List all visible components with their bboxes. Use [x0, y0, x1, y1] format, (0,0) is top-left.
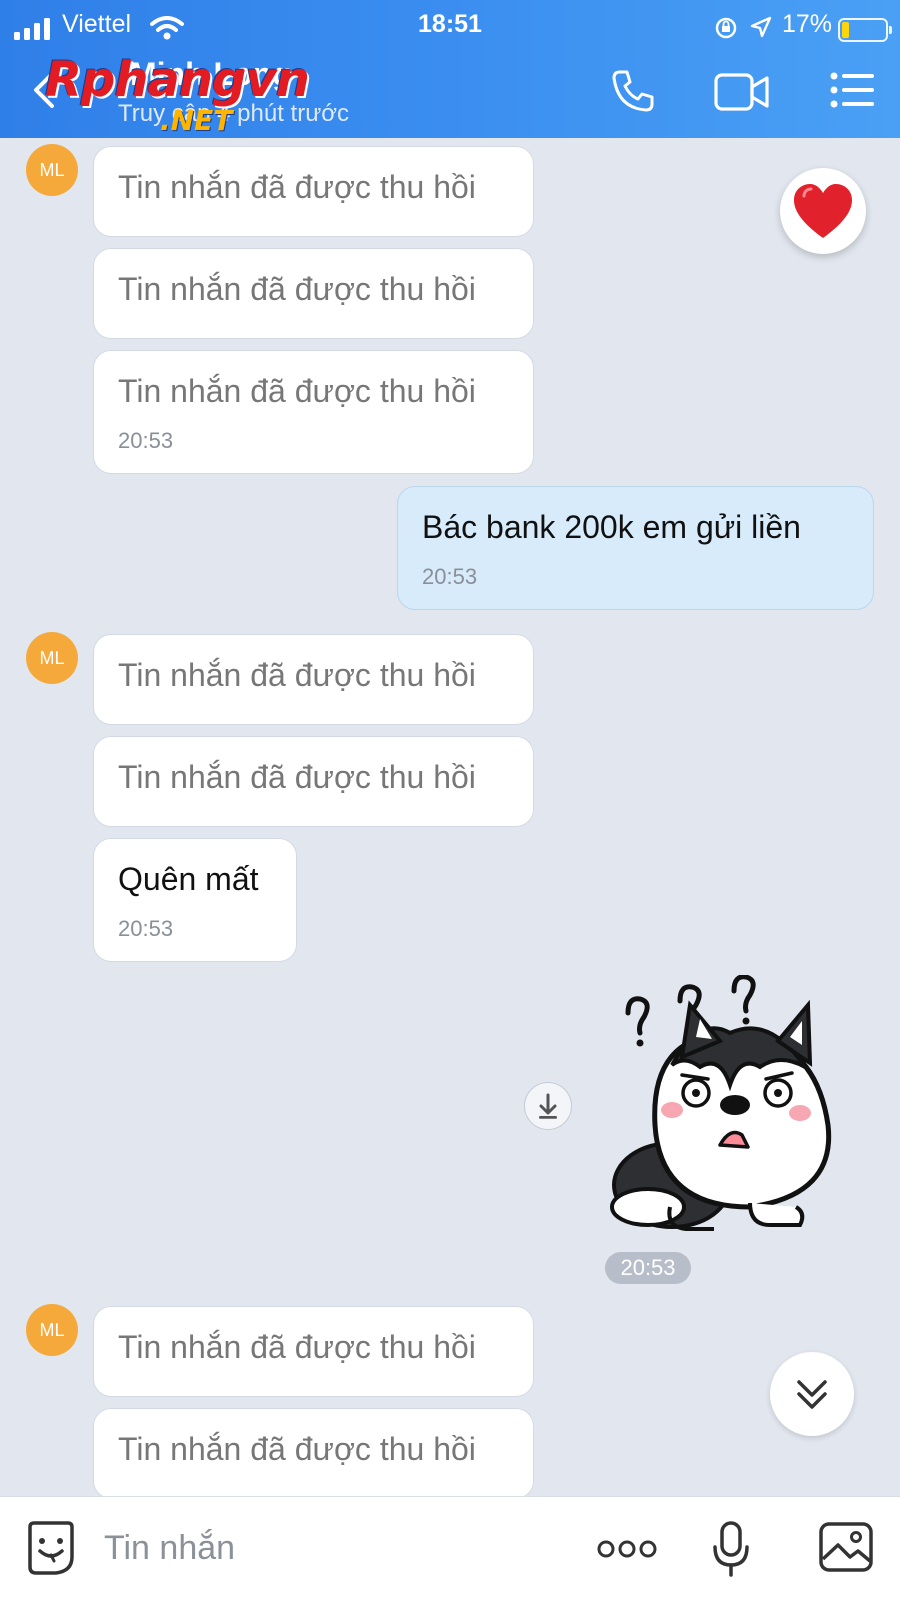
chat-header: Viettel 18:51 17% Minh Long Truy cập 4 p…: [0, 0, 900, 138]
sticker-time: 20:53: [605, 1252, 691, 1284]
message-bubble[interactable]: Tin nhắn đã được thu hồi: [93, 1306, 534, 1397]
heart-reaction-button[interactable]: [780, 168, 866, 254]
location-arrow-icon: [750, 16, 772, 38]
my-message-bubble[interactable]: Bác bank 200k em gửi liền 20:53: [397, 486, 874, 610]
rotation-lock-icon: [715, 17, 737, 39]
battery-icon: [838, 18, 892, 42]
message-text: Tin nhắn đã được thu hồi: [118, 271, 476, 307]
message-input[interactable]: Tin nhắn: [104, 1529, 235, 1568]
avatar[interactable]: ML: [26, 144, 78, 196]
message-bubble[interactable]: Tin nhắn đã được thu hồi: [93, 1408, 534, 1499]
message-time: 20:53: [422, 564, 478, 589]
message-composer: Tin nhắn: [0, 1496, 900, 1601]
message-time: 20:53: [118, 916, 174, 941]
avatar[interactable]: ML: [26, 632, 78, 684]
menu-list-icon[interactable]: [830, 72, 876, 108]
message-text: Tin nhắn đã được thu hồi: [118, 759, 476, 795]
message-text: Tin nhắn đã được thu hồi: [118, 1431, 476, 1467]
message-bubble[interactable]: Tin nhắn đã được thu hồi: [93, 146, 534, 237]
message-bubble[interactable]: Tin nhắn đã được thu hồi: [93, 736, 534, 827]
download-button[interactable]: [524, 1082, 572, 1130]
microphone-icon[interactable]: [712, 1521, 750, 1577]
avatar[interactable]: ML: [26, 1304, 78, 1356]
message-bubble[interactable]: Quên mất 20:53: [93, 838, 297, 962]
watermark-logo-suffix: .NET: [160, 104, 233, 137]
message-text: Tin nhắn đã được thu hồi: [118, 657, 476, 693]
heart-icon: [794, 184, 852, 238]
message-bubble[interactable]: Tin nhắn đã được thu hồi: [93, 248, 534, 339]
image-icon[interactable]: [818, 1521, 874, 1573]
message-text: Tin nhắn đã được thu hồi: [118, 1329, 476, 1365]
message-bubble[interactable]: Tin nhắn đã được thu hồi 20:53: [93, 350, 534, 474]
message-text: Tin nhắn đã được thu hồi: [118, 373, 476, 409]
watermark-logo: Rphangvn: [45, 52, 310, 108]
message-text: Quên mất: [118, 861, 259, 897]
double-chevron-down-icon: [797, 1380, 827, 1409]
message-text: Bác bank 200k em gửi liền: [422, 509, 801, 545]
message-text: Tin nhắn đã được thu hồi: [118, 169, 476, 205]
message-time: 20:53: [118, 428, 174, 453]
sticker-icon[interactable]: [24, 1519, 78, 1577]
message-bubble[interactable]: Tin nhắn đã được thu hồi: [93, 634, 534, 725]
phone-icon[interactable]: [610, 68, 656, 114]
more-icon[interactable]: [596, 1539, 658, 1559]
video-call-icon[interactable]: [714, 72, 770, 112]
status-bar: Viettel 18:51 17%: [0, 8, 900, 44]
husky-confused-sticker[interactable]: [600, 975, 860, 1245]
download-icon: [539, 1093, 557, 1119]
scroll-to-bottom-button[interactable]: [770, 1352, 854, 1436]
battery-percent: 17%: [782, 10, 833, 38]
